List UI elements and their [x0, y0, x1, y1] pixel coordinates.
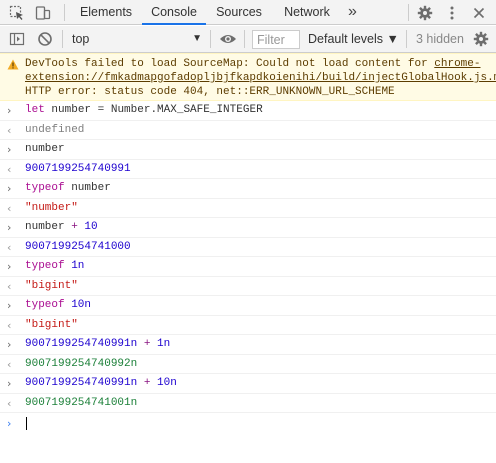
tab-network[interactable]: Network — [276, 0, 338, 25]
console-output-line: ‹ 9007199254741001n — [0, 394, 496, 413]
console-input-line: › 9007199254740991n + 1n — [0, 335, 496, 355]
sidebar-toggle-icon[interactable] — [8, 30, 26, 47]
console-output-line: ‹ 9007199254740991 — [0, 160, 496, 179]
device-toolbar-icon[interactable] — [34, 4, 52, 21]
log-levels-dropdown[interactable]: Default levels ▼ — [308, 29, 399, 49]
console-input-line: › number — [0, 140, 496, 160]
console-output-line: ‹ "number" — [0, 199, 496, 218]
console-output-line: ‹ "bigint" — [0, 277, 496, 296]
console-prompt[interactable]: › — [0, 413, 496, 435]
chevron-down-icon: ▼ — [192, 33, 202, 44]
output-chevron-icon: ‹ — [7, 162, 12, 176]
input-chevron-icon: › — [7, 143, 12, 156]
console-input-line: › typeof number — [0, 179, 496, 199]
output-chevron-icon: ‹ — [7, 357, 12, 371]
input-chevron-icon: › — [7, 338, 12, 351]
kebab-menu-icon[interactable] — [443, 4, 461, 21]
output-chevron-icon: ‹ — [7, 396, 12, 410]
text-caret — [26, 416, 27, 430]
inspect-element-icon[interactable] — [8, 4, 26, 21]
console-input-line: › typeof 10n — [0, 296, 496, 316]
console-output-line: ‹ 9007199254740992n — [0, 355, 496, 374]
warning-text: DevTools failed to load SourceMap: Could… — [25, 58, 435, 70]
clear-console-icon[interactable] — [36, 30, 54, 47]
tab-sources[interactable]: Sources — [208, 0, 270, 25]
filter-input[interactable] — [252, 30, 300, 49]
console-input-line: › 9007199254740991n + 10n — [0, 374, 496, 394]
console-output-line: ‹ undefined — [0, 121, 496, 140]
context-selector[interactable]: top ▼ — [66, 29, 206, 49]
console-messages: DevTools failed to load SourceMap: Could… — [0, 53, 496, 435]
console-input-line: › number + 10 — [0, 218, 496, 238]
devtools-tab-bar: Elements Console Sources Network » — [0, 0, 496, 25]
more-tabs-button[interactable]: » — [348, 0, 357, 25]
output-chevron-icon: ‹ — [7, 123, 12, 137]
live-expression-icon[interactable] — [219, 30, 237, 47]
console-toolbar: top ▼ Default levels ▼ 3 hidden — [0, 26, 496, 53]
tab-elements[interactable]: Elements — [70, 0, 142, 25]
gear-icon[interactable] — [416, 4, 434, 21]
input-chevron-icon: › — [7, 299, 12, 312]
output-chevron-icon: ‹ — [7, 279, 12, 293]
sourcemap-warning: DevTools failed to load SourceMap: Could… — [0, 53, 496, 101]
input-chevron-icon: › — [7, 104, 12, 117]
input-chevron-icon: › — [7, 377, 12, 390]
warning-icon — [7, 59, 19, 75]
hidden-messages-count: 3 hidden — [416, 32, 464, 46]
input-chevron-icon: › — [7, 221, 12, 234]
console-input-line: › let number = Number.MAX_SAFE_INTEGER — [0, 101, 496, 121]
output-chevron-icon: ‹ — [7, 201, 12, 215]
context-value: top — [72, 32, 90, 46]
input-chevron-icon: › — [7, 182, 12, 195]
output-chevron-icon: ‹ — [7, 318, 12, 332]
console-input-line: › typeof 1n — [0, 257, 496, 277]
tab-console[interactable]: Console — [142, 0, 206, 25]
console-output-line: ‹ "bigint" — [0, 316, 496, 335]
prompt-chevron-icon: › — [7, 417, 12, 430]
console-settings-icon[interactable] — [472, 30, 490, 47]
input-chevron-icon: › — [7, 260, 12, 273]
close-icon[interactable] — [470, 4, 488, 21]
console-output-line: ‹ 9007199254741000 — [0, 238, 496, 257]
output-chevron-icon: ‹ — [7, 240, 12, 254]
